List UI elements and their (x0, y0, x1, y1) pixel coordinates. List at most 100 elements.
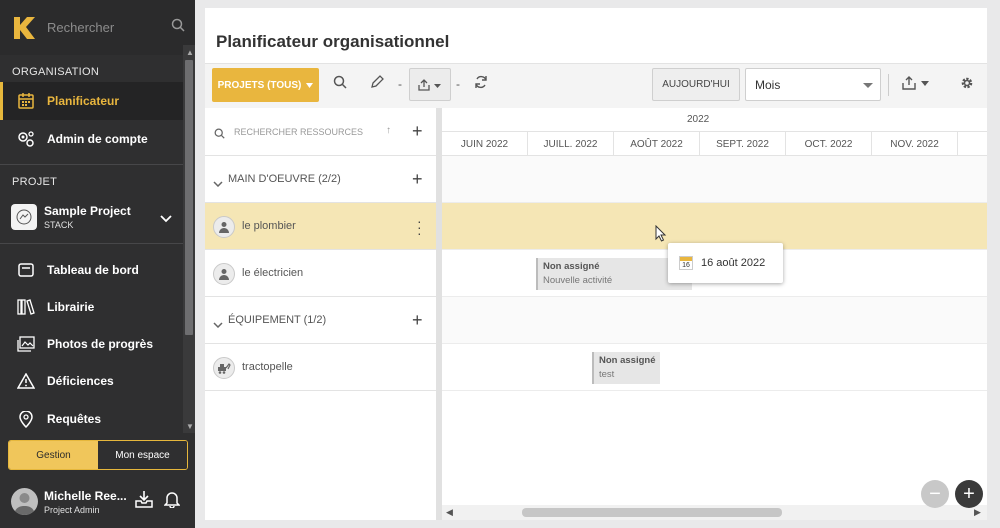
sidebar-item-tableau-de-bord[interactable]: Tableau de bord (0, 251, 183, 289)
resource-search-header: RECHERCHER RESSOURCES ↑ + (205, 108, 436, 156)
avatar[interactable] (11, 488, 38, 515)
resource-row-le-plombier[interactable]: le plombier · · · (205, 203, 436, 250)
toggle-gestion[interactable]: Gestion (9, 441, 98, 469)
calendar-icon: 16 (679, 256, 693, 270)
caret-down-icon (863, 83, 873, 88)
project-subtitle: STACK (44, 220, 74, 230)
chevron-down-icon[interactable] (160, 210, 172, 228)
activity-name: test (599, 369, 615, 380)
zoom-in-button[interactable]: + (955, 480, 983, 508)
resource-label: tractopelle (242, 361, 293, 373)
add-resource-button[interactable]: + (412, 169, 423, 190)
project-avatar[interactable] (11, 204, 37, 230)
search-icon[interactable] (214, 126, 225, 144)
chevron-down-icon[interactable] (213, 315, 223, 333)
search-icon[interactable] (171, 18, 185, 37)
date-tooltip: 16 16 août 2022 (668, 243, 783, 283)
scroll-right-icon[interactable]: ▶ (974, 507, 981, 518)
resource-group-equipement[interactable]: ÉQUIPEMENT (1/2) + (205, 297, 436, 344)
chevron-down-icon[interactable] (213, 174, 223, 192)
caret-down-icon (306, 82, 314, 88)
caret-down-icon (434, 84, 441, 88)
scrollbar-thumb[interactable] (522, 508, 782, 517)
section-projet: PROJET (12, 176, 58, 188)
sidebar-item-librairie[interactable]: Librairie (0, 288, 183, 326)
main-panel: Planificateur organisationnel PROJETS (T… (205, 8, 987, 520)
month-header: DÉ (958, 132, 987, 156)
zoom-out-button[interactable]: − (921, 480, 949, 508)
location-icon (17, 410, 35, 428)
sidebar-item-planificateur[interactable]: Planificateur (0, 82, 183, 120)
warning-icon (17, 372, 35, 390)
sidebar-scrollbar[interactable] (183, 45, 195, 433)
view-select-value: Mois (755, 77, 781, 92)
add-resource-button[interactable]: + (412, 121, 423, 142)
month-header: OCT. 2022 (786, 132, 872, 156)
toggle-mon-espace[interactable]: Mon espace (98, 441, 187, 469)
sidebar-item-deficiences[interactable]: Déficiences (0, 362, 183, 400)
month-header: NOV. 2022 (872, 132, 958, 156)
project-name[interactable]: Sample Project (44, 204, 131, 218)
gears-icon (17, 130, 35, 148)
sidebar-item-label: Déficiences (47, 374, 114, 388)
view-select[interactable]: Mois (745, 68, 881, 101)
sidebar-item-label: Tableau de bord (47, 263, 139, 277)
export-dropdown-button[interactable] (902, 76, 932, 95)
page-title: Planificateur organisationnel (216, 32, 450, 51)
timeline-month-header: JUIN 2022 JUILL. 2022 AOÛT 2022 SEPT. 20… (442, 132, 987, 156)
user-role: Project Admin (44, 505, 100, 515)
mouse-cursor-icon (655, 224, 667, 247)
toolbar-divider (888, 74, 889, 96)
scroll-left-icon[interactable]: ◀ (446, 507, 453, 518)
resource-group-label: MAIN D'OEUVRE (2/2) (228, 173, 341, 185)
resource-search-input[interactable]: RECHERCHER RESSOURCES (234, 127, 363, 137)
projects-filter-button[interactable]: PROJETS (TOUS) (212, 68, 319, 102)
user-name[interactable]: Michelle Ree... (44, 489, 127, 503)
scroll-up-icon[interactable]: ▲ (186, 48, 194, 57)
add-resource-button[interactable]: + (412, 310, 423, 331)
resource-group-main-doeuvre[interactable]: MAIN D'OEUVRE (2/2) + (205, 156, 436, 203)
sidebar-item-label: Admin de compte (47, 132, 148, 146)
sidebar: Rechercher ▲ ▼ ORGANISATION Planificateu… (0, 0, 195, 528)
refresh-icon[interactable] (474, 75, 488, 94)
sidebar-search-input[interactable]: Rechercher (47, 20, 114, 35)
person-icon (213, 216, 235, 238)
library-icon (17, 298, 35, 316)
month-header: JUIN 2022 (442, 132, 528, 156)
month-header: AOÛT 2022 (614, 132, 700, 156)
timeline-year-header: 2022 (442, 108, 987, 132)
resource-row-tractopelle[interactable]: tractopelle (205, 344, 436, 391)
sidebar-item-label: Photos de progrès (47, 337, 154, 351)
timeline-row-group[interactable] (442, 156, 987, 203)
sidebar-divider (0, 164, 183, 165)
toolbar-separator-dash: - (456, 77, 460, 91)
sidebar-search-bar[interactable]: Rechercher (0, 0, 195, 55)
app-logo[interactable] (12, 17, 36, 39)
sidebar-item-label: Librairie (47, 300, 95, 314)
sidebar-scrollbar-thumb[interactable] (185, 60, 193, 335)
sidebar-item-requetes[interactable]: Requêtes (0, 400, 183, 438)
sort-arrow-icon[interactable]: ↑ (386, 125, 391, 136)
timeline-horizontal-scrollbar[interactable]: ◀ ▶ (442, 505, 987, 520)
more-options-icon[interactable]: · · · (417, 214, 422, 240)
sidebar-item-photos-de-progres[interactable]: Photos de progrès (0, 325, 183, 363)
bell-icon[interactable] (163, 490, 181, 513)
search-icon[interactable] (333, 75, 347, 94)
share-dropdown-button[interactable] (409, 68, 451, 101)
inbox-download-icon[interactable] (135, 490, 153, 513)
pencil-icon[interactable] (370, 75, 384, 94)
gear-icon[interactable] (960, 76, 974, 95)
scroll-down-icon[interactable]: ▼ (186, 422, 194, 431)
activity-bar[interactable]: Non assigné test (592, 352, 660, 384)
excavator-icon (213, 357, 235, 379)
resource-row-le-electricien[interactable]: le électricien (205, 250, 436, 297)
sidebar-item-admin-de-compte[interactable]: Admin de compte (0, 120, 183, 158)
timeline-row-tractopelle[interactable]: Non assigné test (442, 344, 987, 391)
timeline-grid: 2022 JUIN 2022 JUILL. 2022 AOÛT 2022 SEP… (442, 108, 987, 520)
sidebar-item-label: Requêtes (47, 412, 102, 426)
toolbar: PROJETS (TOUS) - - AUJOURD'HUI Mois (205, 63, 987, 108)
resource-label: le électricien (242, 267, 304, 279)
timeline-row-group[interactable] (442, 297, 987, 344)
today-button[interactable]: AUJOURD'HUI (652, 68, 740, 101)
projects-filter-label: PROJETS (TOUS) (217, 79, 302, 91)
